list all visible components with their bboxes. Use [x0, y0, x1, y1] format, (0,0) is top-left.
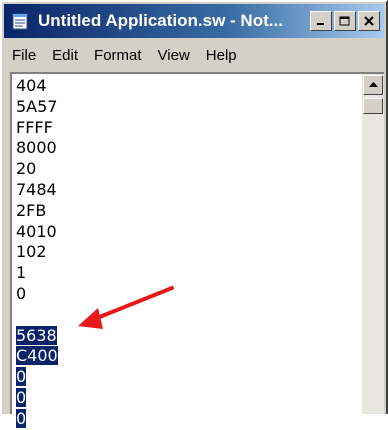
editor-line: 2FB	[16, 200, 47, 220]
menu-bar: File Edit Format View Help	[4, 40, 384, 70]
editor-line: 7484	[16, 179, 57, 199]
scroll-up-button[interactable]	[363, 75, 383, 95]
selected-line: 0	[16, 408, 27, 428]
close-icon	[364, 16, 374, 26]
editor-text-area[interactable]: 404 5A57 FFFF 8000 20 7484 2FB 4010 102 …	[16, 76, 360, 428]
notepad-app-icon[interactable]	[10, 10, 32, 32]
selected-line: C400	[16, 346, 58, 366]
menu-file[interactable]: File	[4, 47, 44, 64]
editor-line: 20	[16, 159, 37, 179]
minimize-icon	[317, 23, 324, 25]
editor-line: 5A57	[16, 96, 58, 116]
editor-line: 4010	[16, 221, 57, 241]
editor-line: FFFF	[16, 117, 53, 137]
minimize-button[interactable]	[310, 11, 332, 31]
selected-line: 0	[16, 387, 27, 407]
window-title: Untitled Application.sw - Not...	[38, 11, 283, 30]
notepad-window: Untitled Application.sw - Not... File Ed…	[0, 0, 388, 428]
triangle-up-icon	[368, 82, 378, 87]
editor-line: 1	[16, 263, 27, 283]
selected-line: 5638	[16, 325, 57, 345]
editor-line: 404	[16, 76, 47, 95]
maximize-button[interactable]	[334, 11, 356, 31]
scroll-thumb[interactable]	[363, 98, 383, 114]
editor-line-empty	[16, 305, 360, 326]
text-editor[interactable]: 404 5A57 FFFF 8000 20 7484 2FB 4010 102 …	[10, 72, 384, 428]
menu-edit[interactable]: Edit	[44, 47, 86, 64]
menu-help[interactable]: Help	[198, 47, 245, 64]
editor-line: 102	[16, 242, 47, 262]
selected-line: 0	[16, 367, 27, 387]
close-button[interactable]	[358, 11, 380, 31]
editor-line: 0	[16, 283, 27, 303]
title-bar[interactable]: Untitled Application.sw - Not...	[4, 4, 384, 38]
vertical-scrollbar[interactable]	[362, 74, 384, 414]
menu-view[interactable]: View	[150, 47, 198, 64]
maximize-icon	[339, 16, 350, 25]
menu-format[interactable]: Format	[86, 47, 150, 64]
editor-line: 8000	[16, 138, 57, 158]
